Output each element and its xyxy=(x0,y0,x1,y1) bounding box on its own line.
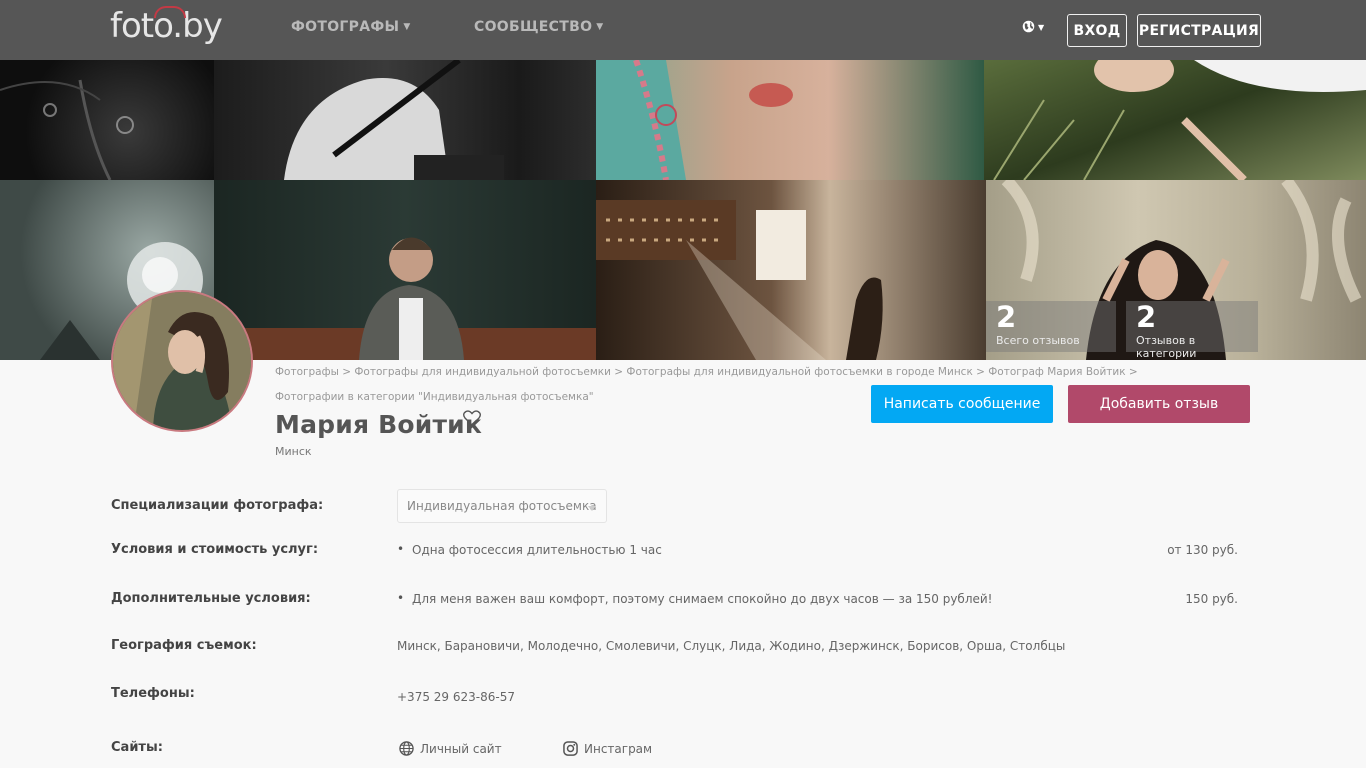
send-message-button[interactable]: Написать сообщение xyxy=(871,385,1053,423)
bullet-icon: • xyxy=(397,591,405,605)
add-review-button[interactable]: Добавить отзыв xyxy=(1068,385,1250,423)
specialization-select[interactable]: Индивидуальная фотосъемка xyxy=(397,489,607,523)
stat-total-reviews-value: 2 xyxy=(996,300,1017,334)
geography-label: География съемок: xyxy=(111,638,257,653)
portfolio-photo[interactable] xyxy=(984,60,1366,180)
sites-label: Сайты: xyxy=(111,740,163,755)
portfolio-photo[interactable] xyxy=(0,60,214,180)
personal-site-label: Личный сайт xyxy=(420,741,502,756)
stat-total-reviews-label: Всего отзывов xyxy=(996,334,1080,347)
extra-conditions-label: Дополнительные условия: xyxy=(111,591,311,606)
instagram-icon xyxy=(563,741,578,756)
portfolio-photo[interactable] xyxy=(214,60,596,180)
extra-conditions-description: Для меня важен ваш комфорт, поэтому сним… xyxy=(412,592,993,606)
services-label: Условия и стоимость услуг: xyxy=(111,542,319,557)
extra-conditions-price: 150 руб. xyxy=(1185,592,1238,606)
globe-icon xyxy=(399,741,414,756)
instagram-label: Инстаграм xyxy=(584,741,653,756)
geography-value: Минск, Барановичи, Молодечно, Смолевичи,… xyxy=(397,639,1066,653)
language-selector[interactable]: ▼ xyxy=(1022,20,1044,36)
profile-city: Минск xyxy=(275,445,312,458)
portfolio-photo[interactable] xyxy=(596,60,984,180)
chevron-down-icon xyxy=(588,506,596,511)
register-button[interactable]: РЕГИСТРАЦИЯ xyxy=(1137,14,1261,47)
login-button[interactable]: ВХОД xyxy=(1067,14,1127,47)
portfolio-photo[interactable] xyxy=(214,180,596,360)
globe-icon xyxy=(1022,20,1035,33)
chevron-down-icon: ▼ xyxy=(596,22,604,32)
specialization-selected-value: Индивидуальная фотосъемка xyxy=(407,499,597,513)
personal-site-link[interactable]: Личный сайт xyxy=(399,741,502,756)
service-description: Одна фотосессия длительностью 1 час xyxy=(412,543,662,557)
chevron-down-icon: ▼ xyxy=(403,22,411,32)
bullet-icon: • xyxy=(397,542,405,556)
nav-community-menu[interactable]: СООБЩЕСТВО ▼ xyxy=(474,19,604,35)
instagram-link[interactable]: Инстаграм xyxy=(563,741,652,756)
breadcrumb-category-link[interactable]: Фотографии в категории "Индивидуальная ф… xyxy=(275,391,594,403)
nav-photographers-label: ФОТОГРАФЫ xyxy=(291,19,400,35)
top-navigation-bar: foto.by ФОТОГРАФЫ ▼ СООБЩЕСТВО ▼ ▼ ВХОД РЕ… xyxy=(0,0,1366,60)
specializations-label: Специализации фотографа: xyxy=(111,498,324,513)
stat-category-reviews-label: Отзывов в категории xyxy=(1136,334,1197,360)
avatar[interactable] xyxy=(111,290,253,432)
phone-number[interactable]: +375 29 623-86-57 xyxy=(397,690,515,704)
chevron-down-icon: ▼ xyxy=(1038,23,1045,32)
favorite-heart-icon[interactable] xyxy=(463,410,481,430)
nav-photographers-menu[interactable]: ФОТОГРАФЫ ▼ xyxy=(291,19,411,35)
logo-roof-icon xyxy=(154,6,186,18)
breadcrumb[interactable]: Фотографы > Фотографы для индивидуальной… xyxy=(275,366,1138,379)
phones-label: Телефоны: xyxy=(111,686,195,701)
stat-category-reviews: 2 Отзывов в категории xyxy=(1126,300,1258,360)
portfolio-photo[interactable] xyxy=(596,180,986,360)
stat-category-reviews-value: 2 xyxy=(1136,300,1157,334)
site-logo[interactable]: foto.by xyxy=(110,6,223,46)
service-price: от 130 руб. xyxy=(1167,543,1238,557)
stat-total-reviews: 2 Всего отзывов xyxy=(986,301,1116,352)
nav-community-label: СООБЩЕСТВО xyxy=(474,19,593,35)
page-title: Мария Войтик xyxy=(275,410,483,439)
